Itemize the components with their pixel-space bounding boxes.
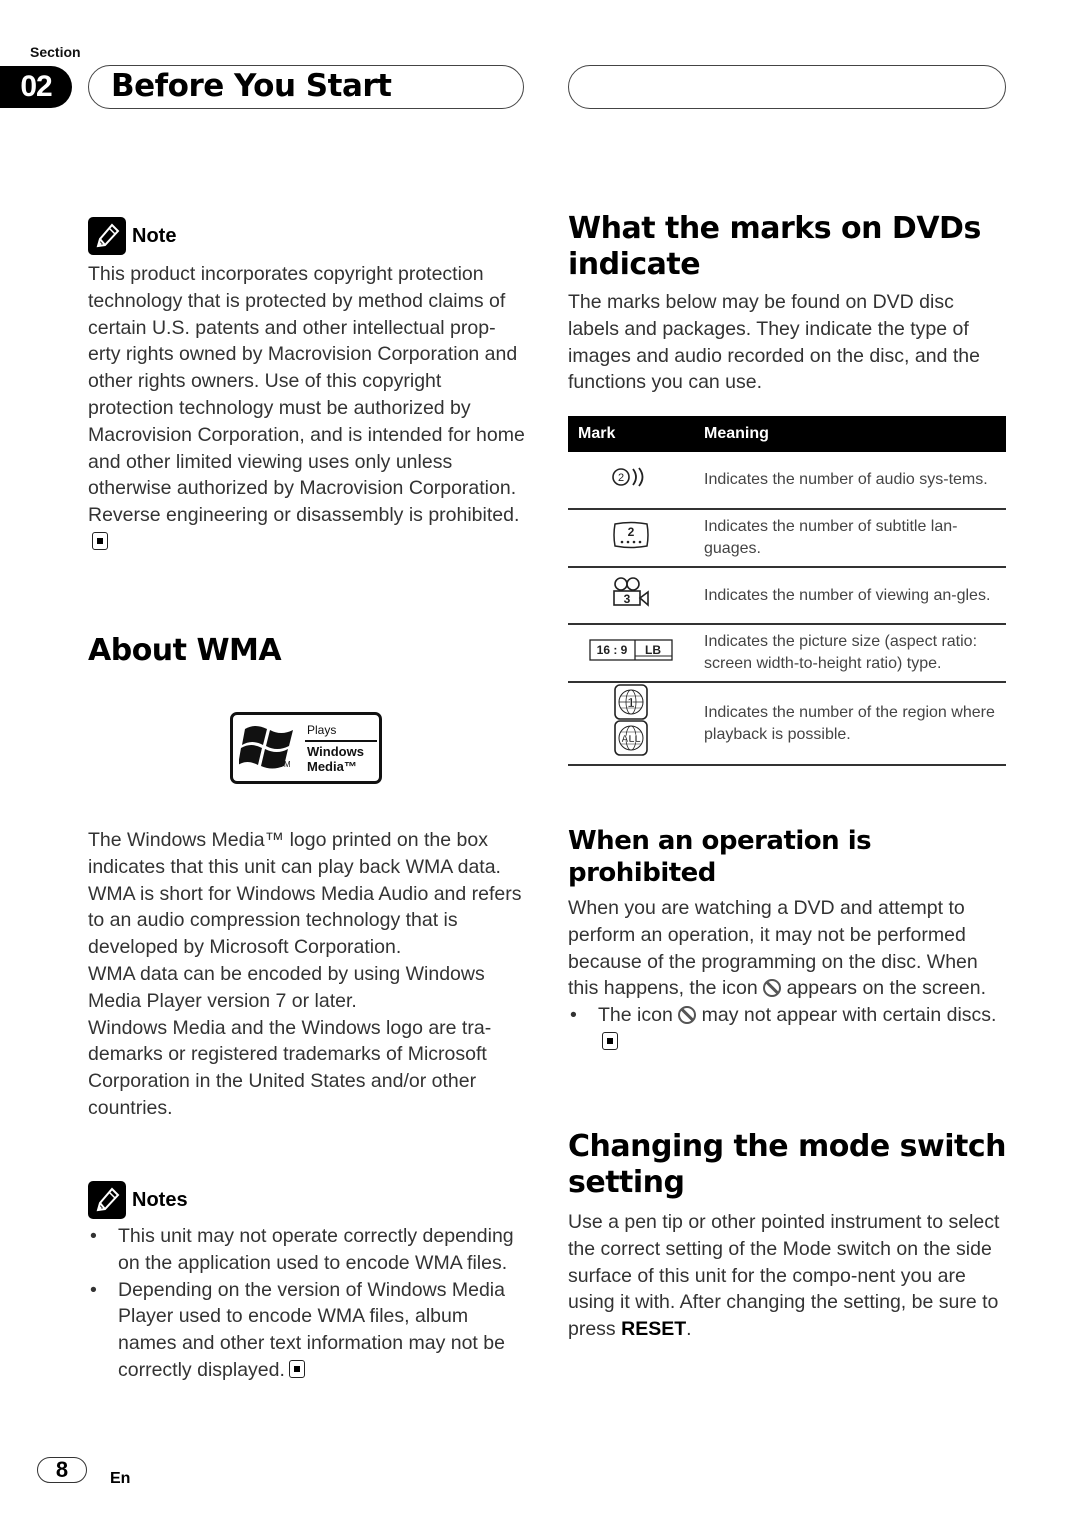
prohibited-icon bbox=[678, 1006, 697, 1025]
meaning-cell: Indicates the number of the region where… bbox=[694, 682, 1006, 766]
about-wma-body: The Windows Media™ logo printed on the b… bbox=[88, 827, 533, 1122]
page-number: 8 bbox=[37, 1457, 87, 1483]
mode-switch-heading: Changing the mode switch setting bbox=[568, 1129, 1006, 1200]
bullet-text-2: may not appear with certain discs. bbox=[701, 1004, 997, 1027]
prohibited-icon bbox=[763, 979, 782, 998]
dvd-marks-section: What the marks on DVDs indicate The mark… bbox=[568, 211, 1008, 396]
region-icon: 1 ALL bbox=[614, 684, 648, 756]
mark-cell: 3 bbox=[568, 567, 694, 625]
end-mark-icon bbox=[288, 1359, 305, 1378]
logo-windows: Windows bbox=[307, 744, 364, 759]
note-item-text: Depending on the version of Windows Medi… bbox=[118, 1278, 505, 1381]
pencil-note-icon bbox=[88, 1181, 126, 1219]
list-item: Depending on the version of Windows Medi… bbox=[88, 1277, 528, 1384]
column-header-mark: Mark bbox=[568, 416, 694, 452]
header-empty-pill bbox=[568, 65, 1006, 109]
prohibited-heading: When an operation is prohibited bbox=[568, 826, 872, 888]
prohibited-section: When an operation is prohibited When you… bbox=[568, 825, 1008, 1056]
windows-media-logo: TM Plays Windows Media™ bbox=[230, 712, 382, 784]
list-item: This unit may not operate correctly depe… bbox=[88, 1223, 528, 1277]
prohibited-list: The icon may not appear with certain dis… bbox=[568, 1002, 1008, 1056]
note-text-block: This product incorporates copyright prot… bbox=[88, 261, 528, 556]
notes-block: Notes This unit may not operate correctl… bbox=[88, 1181, 528, 1384]
note-label: Note bbox=[132, 224, 177, 247]
wma-paragraph: Windows Media and the Windows logo are t… bbox=[88, 1016, 492, 1119]
table-row: 2 Indicates the number of audio sys-tems… bbox=[568, 452, 1006, 510]
logo-divider bbox=[305, 740, 377, 742]
page-title-frame: Before You Start bbox=[88, 65, 524, 109]
dvd-marks-heading: What the marks on DVDs indicate bbox=[568, 211, 981, 282]
section-number: 02 bbox=[0, 66, 72, 108]
language-label: En bbox=[110, 1470, 131, 1487]
note-block: Note This product incorporates copyright… bbox=[88, 217, 528, 556]
svg-text:LB: LB bbox=[645, 643, 661, 657]
mark-cell: 2 bbox=[568, 509, 694, 568]
meaning-cell: Indicates the number of subtitle lan-gua… bbox=[694, 509, 1006, 568]
mode-switch-section: Changing the mode switch setting Use a p… bbox=[568, 1129, 1008, 1343]
mark-cell: 1 ALL bbox=[568, 682, 694, 766]
wma-paragraph: WMA data can be encoded by using Windows… bbox=[88, 962, 485, 1012]
svg-text:1: 1 bbox=[627, 695, 634, 710]
subtitle-languages-icon: 2 bbox=[613, 521, 649, 548]
wma-paragraph: WMA is short for Windows Media Audio and… bbox=[88, 882, 522, 959]
section-label: Section bbox=[30, 44, 81, 60]
notes-header: Notes bbox=[88, 1181, 528, 1219]
dvd-marks-table-wrap: Mark Meaning 2 Indicates the number of a… bbox=[568, 416, 1006, 766]
pencil-note-icon bbox=[88, 217, 126, 255]
mode-switch-body: Use a pen tip or other pointed instrumen… bbox=[568, 1209, 1008, 1343]
viewing-angles-icon: 3 bbox=[613, 577, 649, 607]
logo-media: Media™ bbox=[307, 759, 357, 774]
svg-text:ALL: ALL bbox=[621, 734, 640, 745]
svg-text:3: 3 bbox=[624, 592, 631, 606]
meaning-cell: Indicates the picture size (aspect ratio… bbox=[694, 624, 1006, 683]
svg-text:16 : 9: 16 : 9 bbox=[597, 643, 628, 657]
end-mark-icon bbox=[602, 1031, 618, 1050]
logo-plays: Plays bbox=[307, 723, 337, 737]
reset-label: RESET bbox=[621, 1318, 687, 1341]
column-header-meaning: Meaning bbox=[694, 416, 1006, 452]
notes-list: This unit may not operate correctly depe… bbox=[88, 1223, 528, 1384]
dvd-marks-intro: The marks below may be found on DVD disc… bbox=[568, 291, 980, 394]
dvd-marks-table: Mark Meaning 2 Indicates the number of a… bbox=[568, 416, 1006, 766]
svg-text:2: 2 bbox=[628, 525, 635, 539]
table-row: 1 ALL Indicates the number of the region… bbox=[568, 682, 1006, 766]
note-item-text: This unit may not operate correctly depe… bbox=[118, 1225, 514, 1274]
notes-label: Notes bbox=[132, 1188, 188, 1211]
about-wma-section: About WMA bbox=[88, 633, 282, 669]
aspect-ratio-icon: 16 : 9 LB bbox=[589, 638, 673, 661]
audio-systems-icon: 2 bbox=[612, 466, 644, 487]
mark-cell: 16 : 9 LB bbox=[568, 624, 694, 683]
logo-tm: TM bbox=[279, 760, 291, 769]
table-row: 16 : 9 LB Indicates the picture size (as… bbox=[568, 624, 1006, 683]
end-mark-icon bbox=[92, 531, 108, 550]
list-item: The icon may not appear with certain dis… bbox=[568, 1002, 1008, 1056]
mark-cell: 2 bbox=[568, 452, 694, 510]
note-header: Note bbox=[88, 217, 528, 255]
prohibited-body: When you are watching a DVD and attempt … bbox=[568, 895, 1008, 1002]
bullet-text-1: The icon bbox=[598, 1004, 673, 1027]
table-row: 2 Indicates the number of subtitle lan-g… bbox=[568, 509, 1006, 568]
mode-switch-end: . bbox=[686, 1318, 692, 1341]
about-wma-heading: About WMA bbox=[88, 633, 282, 668]
table-row: 3 Indicates the number of viewing an-gle… bbox=[568, 567, 1006, 625]
prohibited-text-2: appears on the screen. bbox=[786, 977, 987, 1000]
wma-paragraph: The Windows Media™ logo printed on the b… bbox=[88, 829, 501, 878]
meaning-cell: Indicates the number of viewing an-gles. bbox=[694, 567, 1006, 625]
page-title: Before You Start bbox=[111, 68, 392, 104]
audio-count: 2 bbox=[618, 472, 624, 484]
note-text: This product incorporates copyright prot… bbox=[88, 263, 525, 527]
table-header-row: Mark Meaning bbox=[568, 416, 1006, 452]
meaning-cell: Indicates the number of audio sys-tems. bbox=[694, 452, 1006, 510]
